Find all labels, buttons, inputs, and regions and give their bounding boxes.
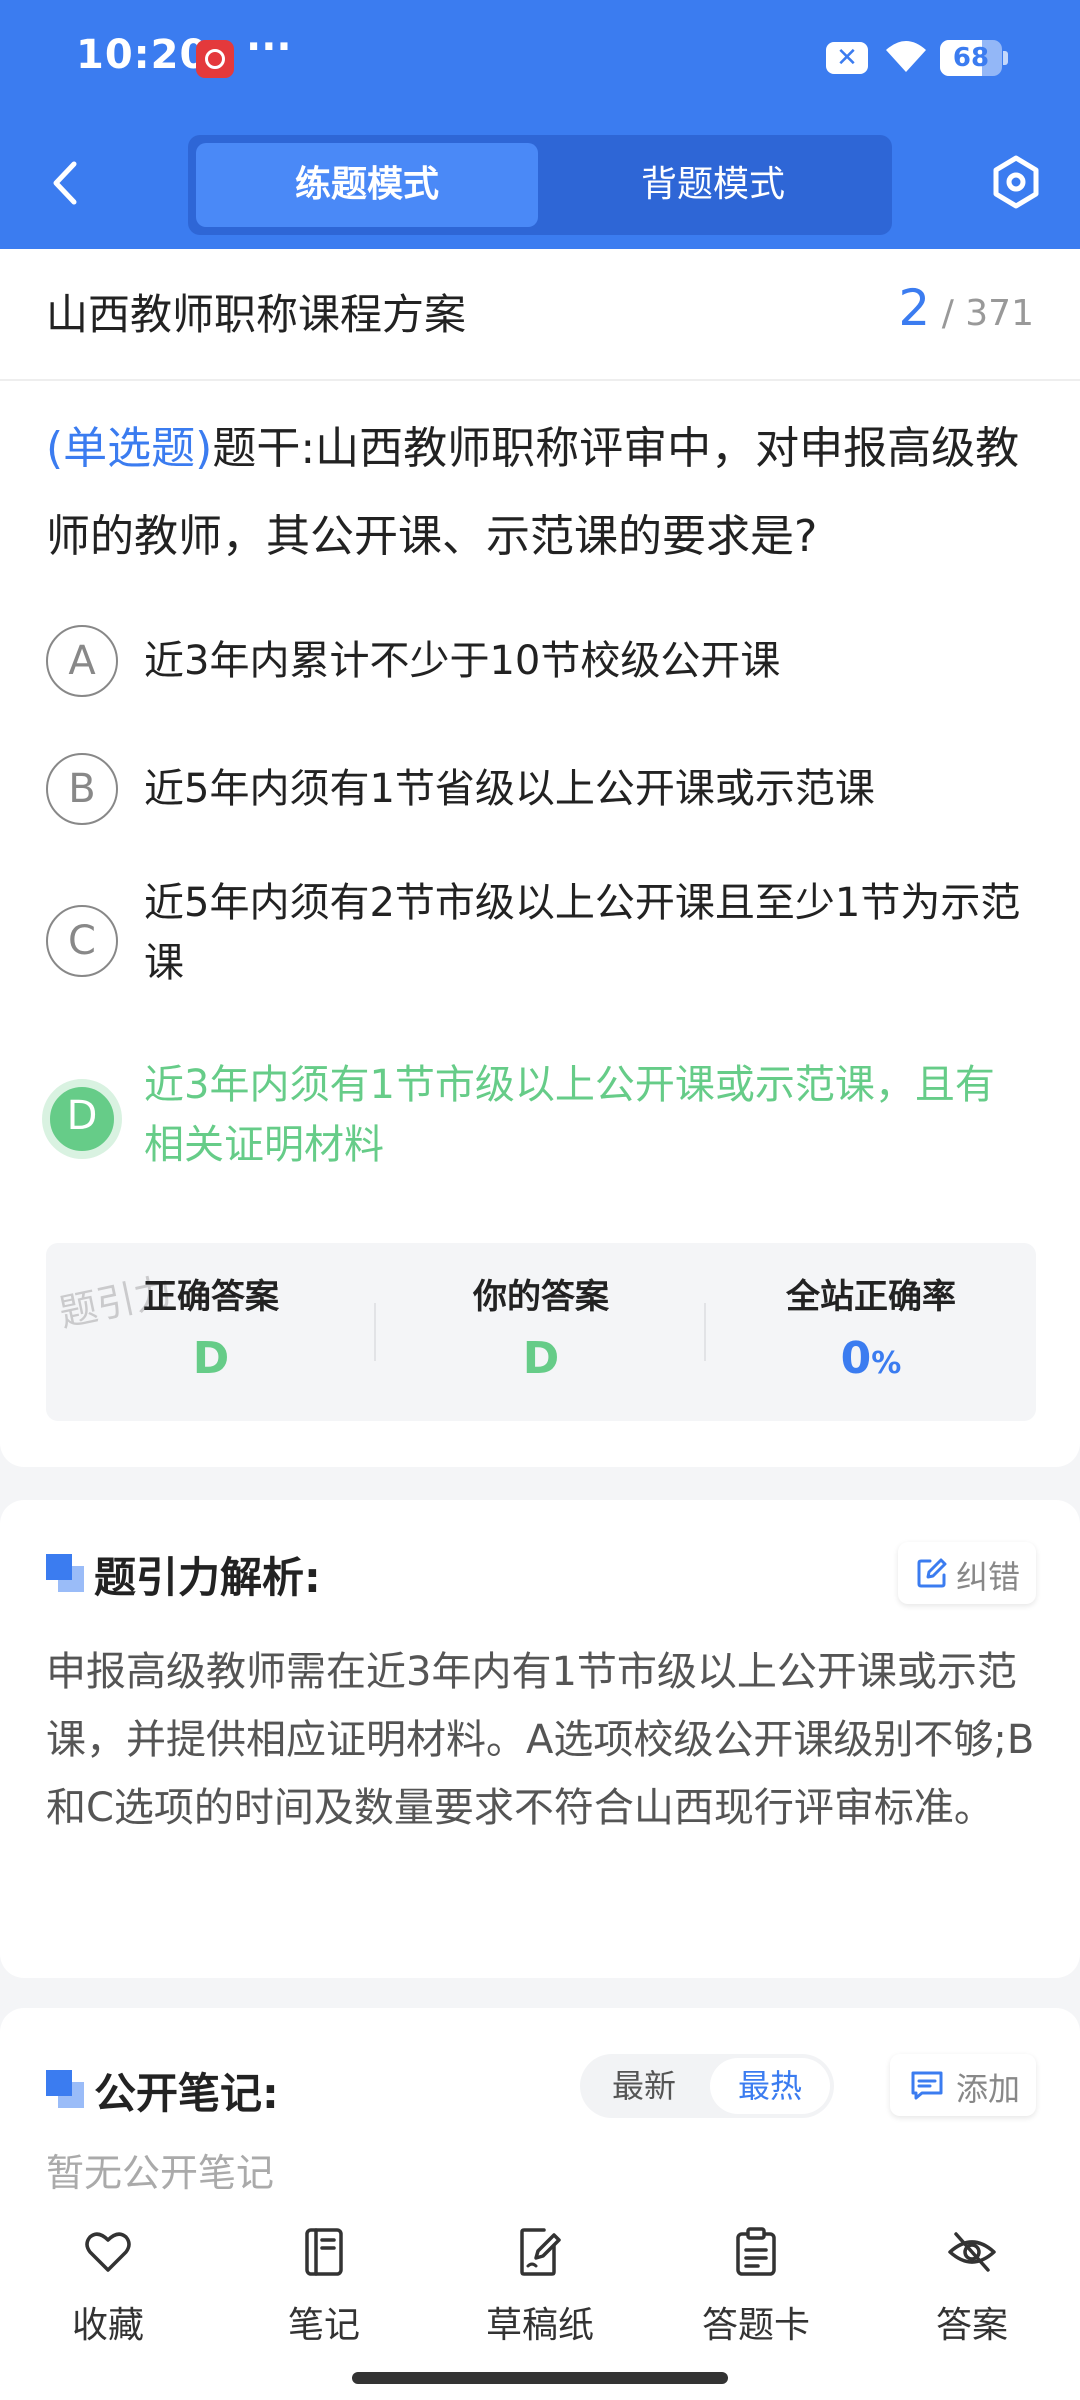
add-note-label: 添加: [956, 2070, 1021, 2108]
option-text: 近3年内累计不少于10节校级公开课: [144, 638, 781, 684]
tab-practice-mode[interactable]: 练题模式: [196, 143, 538, 227]
stat-value: D: [192, 1333, 230, 1384]
battery-level: 68: [952, 43, 990, 73]
sort-hot-button[interactable]: 最热: [710, 2058, 830, 2114]
draft-paper-label: 草稿纸: [485, 2305, 594, 2346]
option-a[interactable]: A 近3年内累计不少于10节校级公开课: [46, 625, 1036, 697]
option-text: 近3年内须有1节市级以上公开课或示范课，且有相关证明材料: [144, 1062, 995, 1168]
analysis-text: 申报高级教师需在近3年内有1节市级以上公开课或示范课，并提供相应证明材料。A选项…: [46, 1649, 1035, 1831]
option-letter: C: [46, 905, 118, 977]
eye-off-icon: [948, 2232, 996, 2272]
answer-stats: 题引力 正确答案 D 你的答案 D 全站正确率 0%: [46, 1243, 1036, 1421]
section-square-icon: [46, 1554, 84, 1592]
option-d[interactable]: D 近3年内须有1节市级以上公开课或示范课，且有相关证明材料: [42, 1062, 1036, 1203]
stat-label: 正确答案: [143, 1277, 279, 1317]
divider: [0, 379, 1080, 381]
rate-number: 0: [840, 1333, 872, 1384]
stat-label: 全站正确率: [786, 1277, 956, 1317]
answer-sheet-button[interactable]: 答题卡: [648, 2208, 864, 2358]
sort-latest-button[interactable]: 最新: [584, 2058, 704, 2114]
stat-accuracy-rate: 全站正确率 0%: [706, 1243, 1036, 1421]
section-square-icon: [46, 2070, 84, 2108]
option-letter: A: [46, 625, 118, 697]
report-error-label: 纠错: [956, 1558, 1021, 1596]
heart-icon: [85, 2232, 131, 2272]
status-bar: 10:20 ··· ✕ 68: [0, 0, 1080, 118]
favorite-label: 收藏: [71, 2305, 144, 2346]
analysis-title: 题引力解析:: [94, 1553, 321, 1602]
sim-x-icon: ✕: [826, 42, 868, 74]
settings-hexagon-icon[interactable]: [990, 154, 1042, 210]
draft-paper-button[interactable]: 草稿纸: [432, 2208, 648, 2358]
current-question-number: 2: [898, 279, 931, 337]
draft-icon: [520, 2228, 561, 2276]
option-letter: D: [42, 1079, 122, 1159]
comment-icon: [911, 2071, 943, 2100]
option-letter: B: [46, 753, 118, 825]
wifi-icon: [886, 41, 926, 72]
more-notifications-icon: ···: [246, 24, 292, 70]
home-indicator[interactable]: [352, 2372, 728, 2384]
stat-correct-answer: 正确答案 D: [46, 1243, 376, 1421]
header: 10:20 ··· ✕ 68 练题模式 背题模式: [0, 0, 1080, 249]
notes-title: 公开笔记:: [94, 2069, 279, 2118]
battery-tip: [1003, 51, 1008, 65]
back-arrow-icon[interactable]: [44, 158, 88, 208]
total-questions: 371: [965, 293, 1034, 334]
report-error-button[interactable]: 纠错: [898, 1542, 1036, 1604]
netease-music-icon: [196, 40, 234, 78]
toggle-answer-label: 答案: [935, 2305, 1008, 2346]
notes-label: 笔记: [287, 2305, 360, 2346]
question-counter: 2 / 371: [898, 279, 1034, 337]
question-type: (单选题): [46, 423, 213, 474]
favorite-button[interactable]: 收藏: [0, 2208, 216, 2358]
stat-your-answer: 你的答案 D: [376, 1243, 706, 1421]
option-b[interactable]: B 近5年内须有1节省级以上公开课或示范课: [46, 753, 1036, 825]
status-time: 10:20: [76, 32, 209, 78]
empty-notes-text: 暂无公开笔记: [46, 2151, 275, 2195]
notes-button[interactable]: 笔记: [216, 2208, 432, 2358]
add-note-button[interactable]: 添加: [890, 2054, 1036, 2116]
stat-label: 你的答案: [473, 1277, 609, 1317]
option-text: 近5年内须有1节省级以上公开课或示范课: [144, 766, 875, 812]
nav-bar: 练题模式 背题模式: [0, 118, 1080, 249]
course-title: 山西教师职称课程方案: [46, 290, 467, 339]
mode-switch: 练题模式 背题模式: [188, 135, 892, 235]
tab-memorize-mode[interactable]: 背题模式: [542, 143, 884, 227]
notebook-icon: [305, 2228, 343, 2276]
option-text: 近5年内须有2节市级以上公开课且至少1节为示范课: [144, 880, 1021, 986]
toggle-answer-button[interactable]: 答案: [864, 2208, 1080, 2358]
counter-separator: /: [941, 293, 954, 334]
battery-icon: 68: [940, 40, 1002, 76]
option-c[interactable]: C 近5年内须有2节市级以上公开课且至少1节为示范课: [46, 880, 1036, 1001]
bottom-toolbar: 收藏 笔记 草稿纸 答题卡 答案: [0, 2208, 1080, 2400]
stat-value: 0%: [706, 1333, 1036, 1384]
rate-unit: %: [871, 1346, 902, 1381]
question-card: 山西教师职称课程方案 2 / 371 (单选题)题干:山西教师职称评审中，对申报…: [0, 249, 1080, 1467]
answer-sheet-label: 答题卡: [701, 2305, 810, 2346]
question-stem: (单选题)题干:山西教师职称评审中，对申报高级教师的教师，其公开课、示范课的要求…: [46, 405, 1036, 581]
stat-value: D: [522, 1333, 560, 1384]
notes-sort-toggle: 最新 最热: [580, 2054, 834, 2118]
analysis-card: 题引力解析: 纠错 申报高级教师需在近3年内有1节市级以上公开课或示范课，并提供…: [0, 1500, 1080, 1978]
edit-icon: [917, 1558, 947, 1588]
clipboard-icon: [736, 2227, 776, 2276]
